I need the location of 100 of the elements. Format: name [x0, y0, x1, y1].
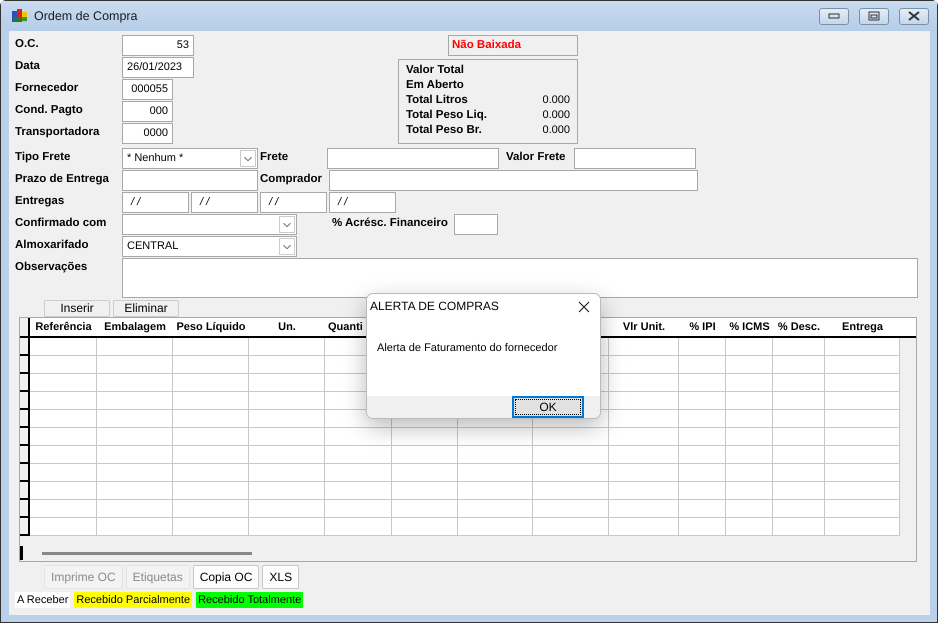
table-cell[interactable] — [30, 464, 97, 482]
table-cell[interactable] — [726, 464, 773, 482]
table-cell[interactable] — [173, 374, 249, 392]
table-cell[interactable] — [609, 356, 679, 374]
table-cell[interactable] — [458, 464, 533, 482]
table-cell[interactable] — [773, 518, 825, 536]
table-cell[interactable] — [30, 518, 97, 536]
table-cell[interactable] — [30, 428, 97, 446]
table-cell[interactable] — [249, 392, 325, 410]
input-field[interactable] — [329, 170, 698, 191]
table-cell[interactable] — [825, 410, 900, 428]
table-cell[interactable] — [679, 518, 726, 536]
table-cell[interactable] — [97, 392, 173, 410]
table-cell[interactable] — [30, 446, 97, 464]
table-cell[interactable] — [773, 482, 825, 500]
table-cell[interactable] — [533, 518, 609, 536]
grid-button[interactable]: Inserir — [44, 300, 110, 316]
table-cell[interactable] — [726, 446, 773, 464]
table-cell[interactable] — [773, 428, 825, 446]
table-cell[interactable] — [249, 446, 325, 464]
table-cell[interactable] — [825, 428, 900, 446]
column-header[interactable]: % Desc. — [773, 318, 825, 336]
table-cell[interactable] — [173, 446, 249, 464]
input-field[interactable]: 000 — [122, 101, 173, 122]
input-field[interactable] — [574, 148, 696, 169]
table-cell[interactable] — [533, 428, 609, 446]
table-cell[interactable] — [97, 428, 173, 446]
table-cell[interactable] — [97, 518, 173, 536]
table-cell[interactable] — [458, 518, 533, 536]
column-header[interactable]: Un. — [249, 318, 325, 336]
input-field[interactable]: 0000 — [122, 123, 173, 144]
table-cell[interactable] — [726, 338, 773, 356]
table-cell[interactable] — [325, 482, 392, 500]
table-cell[interactable] — [533, 446, 609, 464]
table-cell[interactable] — [533, 482, 609, 500]
table-cell[interactable] — [679, 374, 726, 392]
column-header[interactable]: % ICMS — [726, 318, 773, 336]
input-field[interactable]: 26/01/2023 — [122, 57, 194, 78]
table-cell[interactable] — [609, 500, 679, 518]
table-cell[interactable] — [325, 500, 392, 518]
dropdown-field[interactable]: * Nenhum * — [122, 148, 258, 169]
table-cell[interactable] — [533, 464, 609, 482]
table-cell[interactable] — [679, 482, 726, 500]
table-cell[interactable] — [679, 338, 726, 356]
table-cell[interactable] — [726, 374, 773, 392]
date-field[interactable]: / / — [329, 192, 396, 213]
table-cell[interactable] — [97, 500, 173, 518]
input-field[interactable]: 000055 — [122, 79, 173, 100]
table-cell[interactable] — [249, 374, 325, 392]
minimize-button[interactable] — [819, 8, 849, 24]
notes-field[interactable] — [122, 258, 918, 298]
table-cell[interactable] — [173, 482, 249, 500]
table-cell[interactable] — [392, 446, 458, 464]
table-cell[interactable] — [679, 392, 726, 410]
table-cell[interactable] — [392, 482, 458, 500]
column-header[interactable]: Entrega — [825, 318, 900, 336]
table-cell[interactable] — [825, 500, 900, 518]
table-cell[interactable] — [773, 356, 825, 374]
table-cell[interactable] — [30, 338, 97, 356]
date-field[interactable]: / / — [122, 192, 189, 213]
table-cell[interactable] — [609, 464, 679, 482]
table-cell[interactable] — [609, 428, 679, 446]
table-cell[interactable] — [609, 392, 679, 410]
table-cell[interactable] — [773, 500, 825, 518]
table-cell[interactable] — [97, 482, 173, 500]
ok-button[interactable]: OK — [512, 396, 584, 418]
table-cell[interactable] — [249, 356, 325, 374]
scrollbar-thumb[interactable] — [42, 552, 252, 554]
table-cell[interactable] — [97, 464, 173, 482]
table-cell[interactable] — [173, 428, 249, 446]
table-cell[interactable] — [679, 500, 726, 518]
table-cell[interactable] — [825, 446, 900, 464]
table-cell[interactable] — [458, 428, 533, 446]
table-cell[interactable] — [30, 482, 97, 500]
table-cell[interactable] — [609, 518, 679, 536]
table-cell[interactable] — [825, 518, 900, 536]
table-cell[interactable] — [173, 410, 249, 428]
table-cell[interactable] — [609, 374, 679, 392]
table-cell[interactable] — [609, 410, 679, 428]
table-cell[interactable] — [773, 374, 825, 392]
table-cell[interactable] — [726, 392, 773, 410]
table-cell[interactable] — [679, 356, 726, 374]
table-cell[interactable] — [249, 338, 325, 356]
table-cell[interactable] — [825, 374, 900, 392]
table-cell[interactable] — [392, 518, 458, 536]
close-button[interactable] — [899, 8, 929, 24]
table-cell[interactable] — [533, 500, 609, 518]
table-cell[interactable] — [249, 410, 325, 428]
table-cell[interactable] — [825, 482, 900, 500]
table-cell[interactable] — [392, 464, 458, 482]
table-cell[interactable] — [726, 500, 773, 518]
table-cell[interactable] — [726, 428, 773, 446]
input-field[interactable]: 53 — [122, 35, 194, 56]
column-header[interactable]: Vlr Unit. — [609, 318, 679, 336]
table-cell[interactable] — [173, 392, 249, 410]
table-cell[interactable] — [249, 482, 325, 500]
table-cell[interactable] — [97, 338, 173, 356]
column-header[interactable]: Peso Líquido — [173, 318, 249, 336]
input-field[interactable] — [327, 148, 499, 169]
table-cell[interactable] — [679, 428, 726, 446]
